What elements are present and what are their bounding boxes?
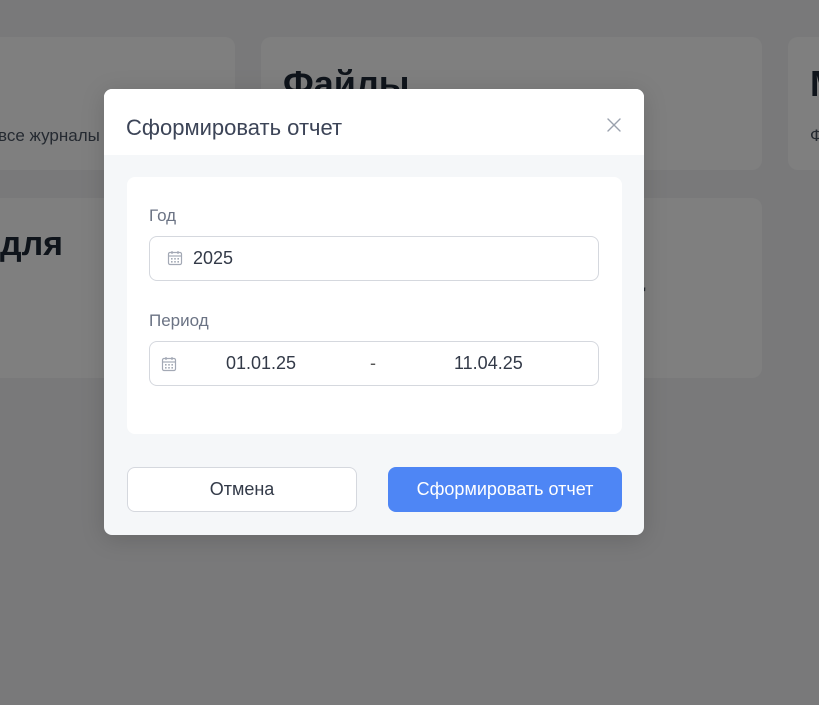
modal-header: Сформировать отчет	[104, 89, 644, 155]
form-panel	[127, 177, 622, 434]
calendar-icon	[167, 250, 183, 266]
generate-report-button[interactable]: Сформировать отчет	[388, 467, 622, 512]
period-start-date[interactable]: 01.01.25	[226, 353, 296, 374]
modal-title: Сформировать отчет	[126, 115, 343, 140]
year-value: 2025	[193, 248, 234, 268]
report-modal: Сформировать отчет Год 2025 Период 01.01…	[104, 89, 644, 535]
period-end-date[interactable]: 11.04.25	[454, 353, 523, 374]
period-separator: -	[370, 353, 376, 373]
year-picker-input[interactable]: 2025	[149, 236, 599, 281]
period-range-input[interactable]: 01.01.25 - 11.04.25	[149, 341, 599, 386]
close-icon[interactable]	[606, 117, 622, 133]
year-label: Год	[149, 206, 177, 225]
period-label: Период	[149, 311, 209, 330]
calendar-icon	[161, 356, 177, 372]
cancel-button[interactable]: Отмена	[127, 467, 357, 512]
